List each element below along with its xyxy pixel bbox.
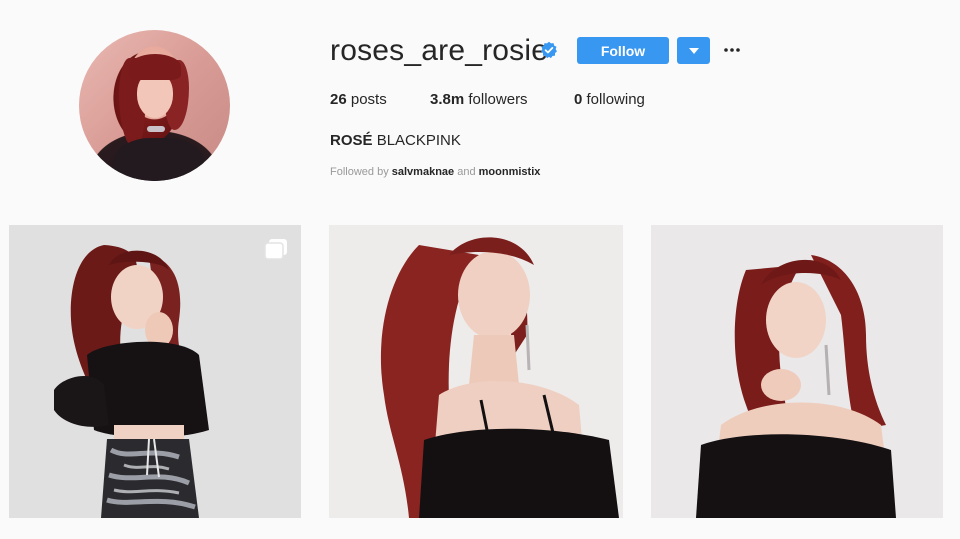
followers-count: 3.8m	[430, 91, 465, 108]
post-image	[9, 225, 301, 518]
post-thumbnail[interactable]	[9, 225, 301, 518]
posts-stat: 26 posts	[330, 90, 387, 110]
profile-page: roses_are_rosie Follow 26 posts 3.8m fol…	[0, 0, 960, 539]
followed-by-conjunction: and	[457, 166, 476, 178]
follow-button[interactable]: Follow	[577, 37, 669, 64]
post-image	[329, 225, 623, 518]
followed-by-user-link[interactable]: moonmistix	[479, 166, 541, 178]
post-thumbnail[interactable]	[329, 225, 623, 518]
followers-label: followers	[468, 91, 528, 108]
more-options-icon[interactable]	[722, 40, 742, 60]
profile-tagline: BLACKPINK	[376, 132, 461, 149]
profile-full-name: ROSÉ BLACKPINK	[330, 131, 461, 151]
suggestions-dropdown-button[interactable]	[677, 37, 710, 64]
verified-badge-icon	[541, 41, 557, 59]
profile-avatar[interactable]	[79, 30, 230, 181]
post-image	[651, 225, 943, 518]
post-thumbnail[interactable]	[651, 225, 943, 518]
followers-stat[interactable]: 3.8m followers	[430, 90, 528, 110]
followed-by-user-link[interactable]: salvmaknae	[392, 166, 454, 178]
following-label: following	[586, 91, 645, 108]
following-stat[interactable]: 0 following	[574, 90, 645, 110]
followed-by-prefix: Followed by	[330, 166, 389, 178]
following-count: 0	[574, 91, 583, 108]
followed-by: Followed by salvmaknae and moonmistix	[330, 164, 540, 180]
profile-name: ROSÉ	[330, 132, 373, 149]
caret-down-icon	[688, 47, 699, 54]
multiple-photos-icon	[264, 239, 287, 260]
posts-count: 26	[330, 91, 347, 108]
posts-label: posts	[350, 91, 387, 108]
username: roses_are_rosie	[330, 34, 549, 67]
